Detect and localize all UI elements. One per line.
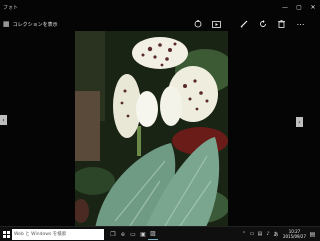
- previous-photo-button[interactable]: ‹: [0, 115, 7, 125]
- store-icon: ▣: [140, 230, 146, 238]
- start-button[interactable]: [0, 227, 12, 241]
- system-tray: ⌃ ▭ ▤ ♪ あ 10:27 2015/09/27: [240, 227, 306, 241]
- delete-button[interactable]: [272, 14, 291, 34]
- view-collection-button[interactable]: ▦ コレクションを表示: [3, 20, 58, 28]
- maximize-button[interactable]: ▢: [292, 0, 306, 14]
- minimize-icon: —: [282, 3, 288, 11]
- app-title: フォト: [3, 4, 19, 11]
- volume-icon[interactable]: ♪: [264, 231, 272, 237]
- edit-button[interactable]: [234, 14, 253, 34]
- window-controls: — ▢ ✕: [278, 0, 320, 14]
- next-photo-button[interactable]: ›: [296, 117, 303, 127]
- orchid-photo: [75, 31, 228, 229]
- taskbar: Web と Windows を検索 ❐ e ▭ ▣ ▨ ⌃ ▭ ▤ ♪ あ 10…: [0, 226, 320, 241]
- windows-logo-icon: [2, 230, 10, 238]
- more-icon: ⋯: [296, 19, 305, 29]
- show-hidden-icon[interactable]: ⌃: [240, 231, 248, 237]
- ime-indicator[interactable]: あ: [272, 231, 280, 238]
- clock[interactable]: 10:27 2015/09/27: [283, 229, 306, 239]
- rotate-icon: [259, 20, 266, 27]
- maximize-icon: ▢: [296, 3, 302, 11]
- edge-icon: e: [121, 230, 125, 238]
- photos-icon: ▨: [150, 230, 156, 237]
- title-bar: フォト — ▢ ✕: [0, 0, 320, 14]
- notification-icon: ▤: [309, 230, 316, 238]
- chevron-left-icon: ‹: [2, 116, 5, 124]
- photo-view[interactable]: [75, 31, 228, 229]
- edit-icon: [240, 20, 247, 28]
- close-icon: ✕: [310, 3, 316, 11]
- share-icon: [194, 20, 201, 28]
- action-center-button[interactable]: ▤: [308, 227, 317, 241]
- rotate-button[interactable]: [253, 14, 272, 34]
- search-box[interactable]: Web と Windows を検索: [12, 228, 104, 240]
- grid-icon: ▦: [3, 20, 10, 28]
- clock-date: 2015/09/27: [282, 234, 306, 239]
- slideshow-icon: [212, 20, 221, 28]
- network-icon[interactable]: ▤: [256, 231, 264, 237]
- task-view-button[interactable]: ❐: [108, 229, 118, 240]
- explorer-button[interactable]: ▭: [128, 229, 138, 240]
- more-button[interactable]: ⋯: [291, 14, 310, 34]
- pinned-apps: ❐ e ▭ ▣ ▨: [108, 228, 158, 240]
- chevron-right-icon: ›: [298, 118, 301, 126]
- close-button[interactable]: ✕: [306, 0, 320, 14]
- store-button[interactable]: ▣: [138, 229, 148, 240]
- task-view-icon: ❐: [110, 230, 116, 238]
- view-collection-label: コレクションを表示: [12, 21, 58, 28]
- folder-icon: ▭: [130, 230, 136, 238]
- edge-button[interactable]: e: [118, 229, 128, 240]
- battery-icon[interactable]: ▭: [248, 231, 256, 237]
- search-placeholder: Web と Windows を検索: [14, 232, 67, 237]
- delete-icon: [278, 20, 285, 28]
- photos-app-button[interactable]: ▨: [148, 228, 158, 240]
- minimize-button[interactable]: —: [278, 0, 292, 14]
